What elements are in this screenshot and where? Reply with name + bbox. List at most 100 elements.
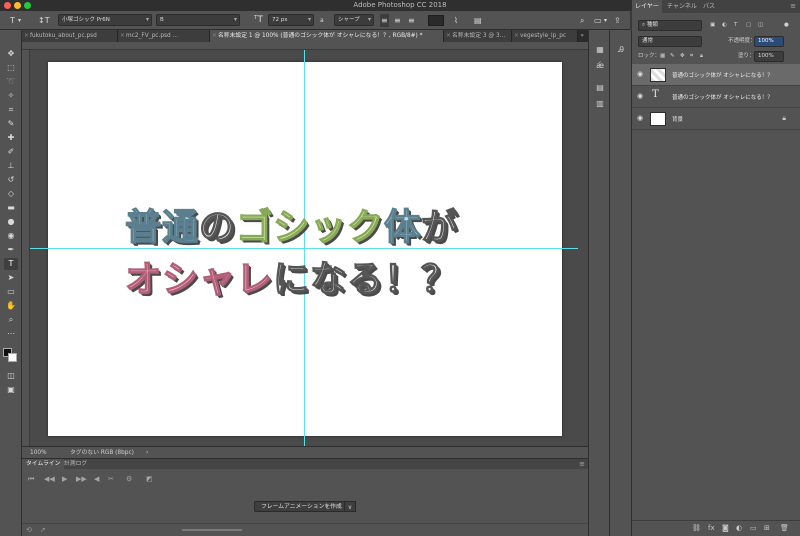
zoom-tool-icon[interactable]: ⌕ <box>4 314 18 326</box>
horizontal-ruler[interactable] <box>22 42 588 50</box>
adjustments-panel-icon[interactable]: ▥ <box>594 98 606 110</box>
properties-panel-icon[interactable]: ▦ <box>594 44 606 56</box>
create-frame-animation-button[interactable]: フレームアニメーションを作成 <box>254 501 349 512</box>
character-panel-icon[interactable]: ▤ <box>474 14 482 27</box>
create-animation-dropdown[interactable]: ∨ <box>344 501 356 512</box>
stamp-tool-icon[interactable]: ⊥ <box>4 160 18 172</box>
tab-doc-4[interactable]: × 名称未設定 3 @ 3... <box>444 30 512 42</box>
lasso-tool-icon[interactable]: ➰ <box>4 76 18 88</box>
text-orientation-icon[interactable]: ↕T <box>38 14 50 27</box>
next-frame-icon[interactable]: ▶▶ <box>76 475 87 483</box>
workspace-icon[interactable]: ▭ <box>594 14 602 27</box>
filter-shape-icon[interactable]: ▢ <box>746 20 751 31</box>
libraries-panel-icon[interactable]: ▤ <box>594 82 606 94</box>
text-tool-preset-icon[interactable]: T <box>10 14 15 27</box>
layer-style-icon[interactable]: fx <box>708 524 715 532</box>
close-icon[interactable]: × <box>446 30 451 42</box>
close-icon[interactable]: × <box>24 30 29 42</box>
search-icon[interactable]: ⌕ <box>580 14 584 27</box>
hand-tool-icon[interactable]: ✋ <box>4 300 18 312</box>
background-color-swatch[interactable] <box>8 353 17 362</box>
convert-icon[interactable]: ➚ <box>40 526 46 534</box>
new-layer-icon[interactable]: ⊞ <box>764 524 770 532</box>
eye-icon[interactable]: ◉ <box>637 92 643 100</box>
panel-menu-icon[interactable]: ≡ <box>579 459 585 469</box>
transition-icon[interactable]: ⚙ <box>126 475 132 483</box>
close-icon[interactable]: × <box>514 30 519 42</box>
tab-doc-5[interactable]: × vegestyle_lp_pc <box>512 30 578 42</box>
lock-artboard-icon[interactable]: ⌗ <box>690 51 693 62</box>
tabs-overflow-icon[interactable]: » <box>580 30 584 42</box>
lock-position-icon[interactable]: ✥ <box>680 51 685 62</box>
layer-row[interactable]: ◉ T 普通のゴシック体が オシャレになる！？ <box>632 86 800 108</box>
type-tool-icon[interactable]: T <box>4 258 18 270</box>
panel-menu-icon[interactable]: ≡ <box>790 0 796 13</box>
loop-icon[interactable]: ⟲ <box>26 526 32 534</box>
filter-toggle-icon[interactable]: ● <box>784 20 789 31</box>
delete-layer-icon[interactable]: 🗑︎ <box>780 524 789 532</box>
layer-row[interactable]: ◉ 背景 🔒︎ <box>632 108 800 130</box>
eye-icon[interactable]: ◉ <box>637 70 643 78</box>
eye-icon[interactable]: ◉ <box>637 114 643 122</box>
layer-row[interactable]: ◉ 普通のゴシック体が オシャレになる！？ <box>632 64 800 86</box>
font-style-select[interactable]: B ▾ <box>156 14 240 26</box>
text-color-swatch[interactable] <box>428 15 444 26</box>
character-panel-icon[interactable]: Ꭿ <box>615 44 627 56</box>
align-right-icon[interactable]: ≡ <box>408 14 415 27</box>
first-frame-icon[interactable]: ⏮ <box>28 475 34 484</box>
adjustment-layer-icon[interactable]: ◐ <box>736 524 742 532</box>
tab-timeline[interactable]: タイムライン <box>22 459 65 469</box>
add-mask-icon[interactable]: ◙ <box>722 524 729 532</box>
path-selection-tool-icon[interactable]: ➤ <box>4 272 18 284</box>
close-icon[interactable]: × <box>212 30 217 42</box>
play-icon[interactable]: ▶ <box>62 475 67 483</box>
filter-text-icon[interactable]: T <box>734 20 737 31</box>
new-group-icon[interactable]: ▭ <box>750 524 757 532</box>
timeline-zoom-slider[interactable] <box>182 529 242 531</box>
eraser-tool-icon[interactable]: ◇ <box>4 188 18 200</box>
crop-tool-icon[interactable]: ⌗ <box>4 104 18 116</box>
tab-paths[interactable]: パス <box>700 0 718 13</box>
brush-tool-icon[interactable]: ✐ <box>4 146 18 158</box>
gradient-tool-icon[interactable]: ▬ <box>4 202 18 214</box>
magic-wand-tool-icon[interactable]: ✧ <box>4 90 18 102</box>
tab-layers[interactable]: レイヤー <box>632 0 662 13</box>
filter-smart-icon[interactable]: ◫ <box>758 20 763 31</box>
history-brush-tool-icon[interactable]: ↺ <box>4 174 18 186</box>
blend-mode-select[interactable]: 通常 <box>638 36 702 47</box>
align-left-icon[interactable]: ≡ <box>380 14 389 27</box>
close-icon[interactable]: × <box>120 30 125 42</box>
font-family-select[interactable]: 小塚ゴシック Pr6N ▾ <box>58 14 152 26</box>
previous-frame-icon[interactable]: ◀◀ <box>44 475 55 483</box>
share-icon[interactable]: ⇪ <box>614 14 621 27</box>
tab-doc-1[interactable]: × fukutoku_about_pc.psd <box>22 30 118 42</box>
pen-tool-icon[interactable]: ✒ <box>4 244 18 256</box>
canvas-text-line-2[interactable]: オシャレになる！？ <box>124 250 458 302</box>
align-center-icon[interactable]: ≡ <box>394 14 401 27</box>
audio-icon[interactable]: ◀ <box>94 475 99 483</box>
marquee-tool-icon[interactable]: ⬚ <box>4 62 18 74</box>
warp-text-icon[interactable]: ⌇ <box>454 14 458 27</box>
render-icon[interactable]: ◩ <box>146 475 153 483</box>
chevron-down-icon[interactable]: ▾ <box>18 14 21 27</box>
lock-all-icon[interactable]: 🔒︎ <box>700 51 703 62</box>
canvas-text-line-1[interactable]: 普通のゴシック体が <box>124 198 458 250</box>
healing-brush-tool-icon[interactable]: ✚ <box>4 132 18 144</box>
glyphs-panel-icon[interactable]: ǽ <box>594 60 606 72</box>
vertical-ruler[interactable] <box>22 50 30 446</box>
layer-filter-select[interactable]: ⌕ 種類 <box>638 20 702 31</box>
lock-image-icon[interactable]: ✎ <box>670 51 675 62</box>
tab-doc-3[interactable]: × 名称未設定 1 @ 100% (普通のゴシック体が オシャレになる！？, RG… <box>210 30 444 42</box>
anti-alias-select[interactable]: シャープ ▾ <box>334 14 374 26</box>
tab-channels[interactable]: チャンネル <box>664 0 700 13</box>
move-tool-icon[interactable]: ✥ <box>4 48 18 60</box>
link-layers-icon[interactable]: ⛓ <box>692 524 701 532</box>
more-tools-icon[interactable]: ⋯ <box>4 328 18 340</box>
blur-tool-icon[interactable]: ● <box>4 216 18 228</box>
chevron-down-icon[interactable]: ▾ <box>604 14 607 27</box>
lock-transparent-icon[interactable]: ▦ <box>660 51 665 62</box>
tab-doc-2[interactable]: × mc2_FV_pc.psd ... <box>118 30 210 42</box>
fill-input[interactable]: 100% <box>754 51 784 62</box>
dodge-tool-icon[interactable]: ◉ <box>4 230 18 242</box>
filter-pixel-icon[interactable]: ▣ <box>710 20 715 31</box>
